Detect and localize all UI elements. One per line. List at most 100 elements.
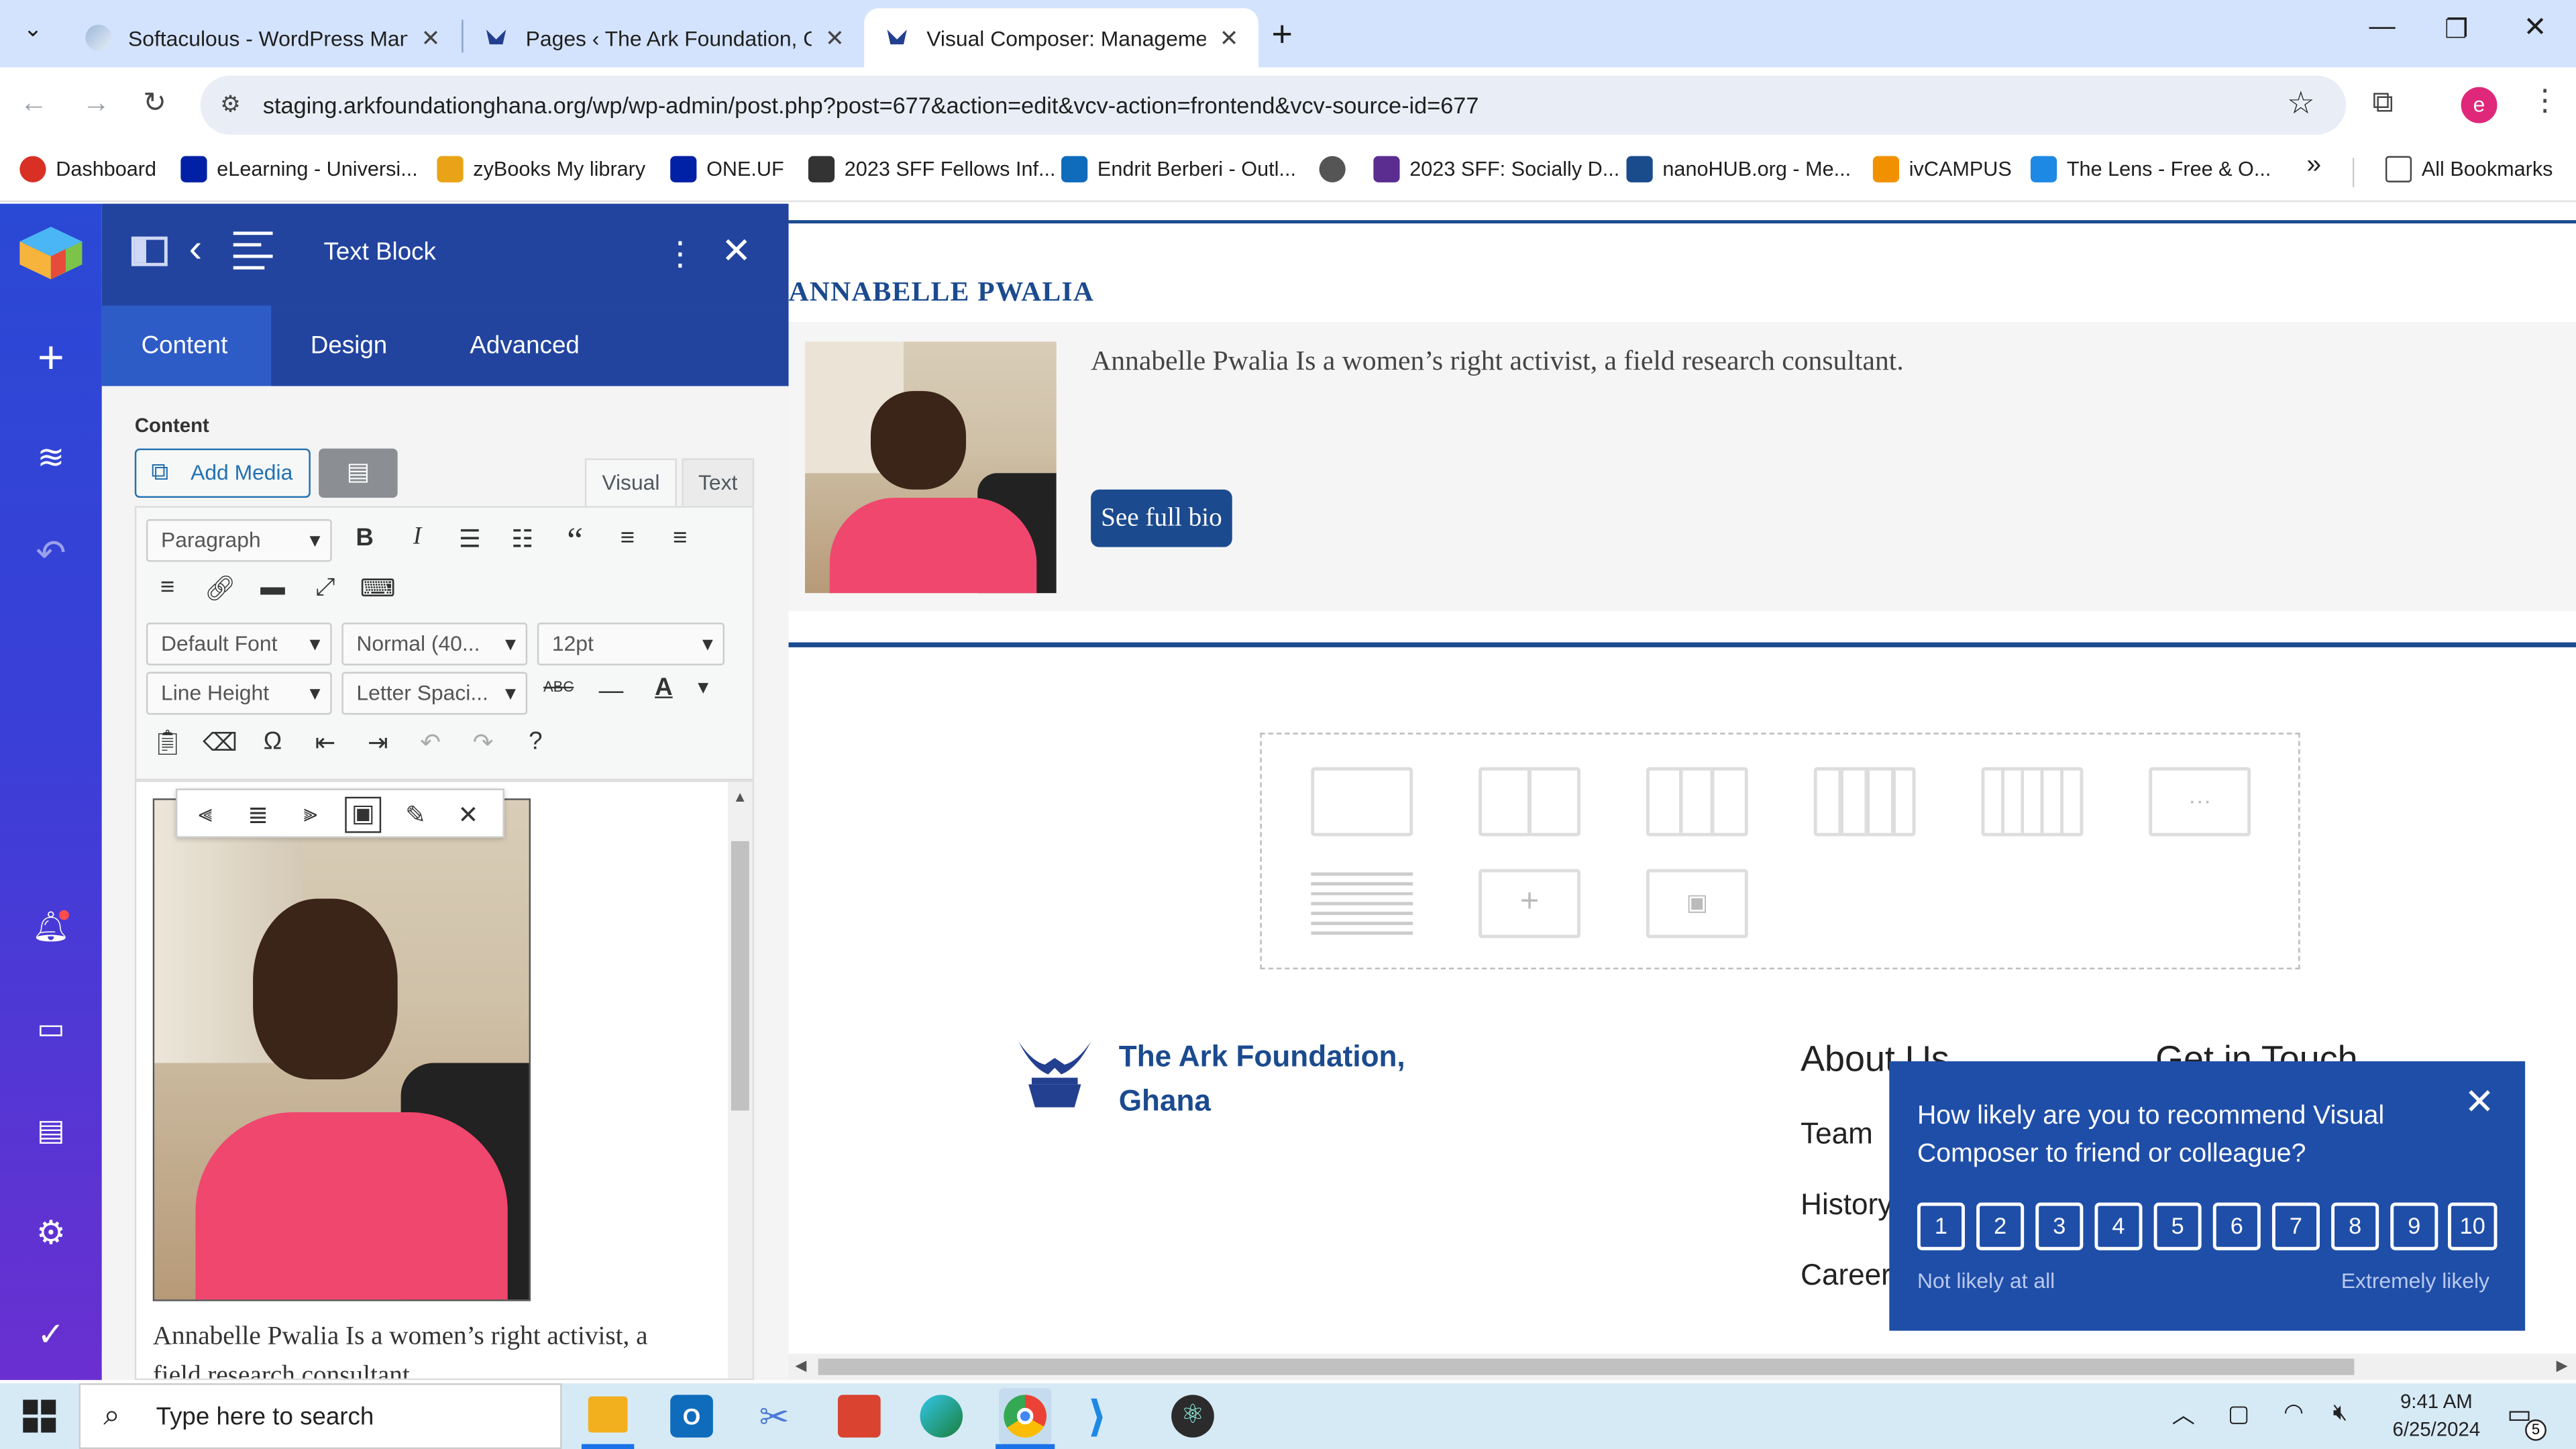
see-full-bio-button[interactable]: See full bio: [1091, 489, 1232, 547]
text-mode-tab[interactable]: Text: [682, 458, 755, 506]
notifications-bell-icon[interactable]: 🔔︎: [0, 910, 102, 945]
indent-icon[interactable]: ⇥: [360, 728, 396, 757]
new-tab-button[interactable]: +: [1272, 13, 1293, 56]
scroll-up-arrow-icon[interactable]: ▲: [733, 789, 747, 805]
image-align-center-icon[interactable]: ≣: [240, 800, 276, 830]
score-button-5[interactable]: 5: [2153, 1202, 2202, 1250]
publish-check-icon[interactable]: ✓: [0, 1314, 102, 1355]
bookmark-ivcampus[interactable]: ivCAMPUS: [1872, 156, 2012, 182]
bookmark-dashboard[interactable]: Dashboard: [19, 156, 156, 182]
tab-search-dropdown-icon[interactable]: ⌄: [13, 15, 53, 54]
more-bookmarks-button[interactable]: »: [2306, 151, 2321, 180]
align-left-icon[interactable]: ≡: [610, 524, 646, 552]
strikethrough-icon[interactable]: ABC: [541, 678, 577, 694]
score-button-8[interactable]: 8: [2331, 1202, 2379, 1250]
address-bar[interactable]: ⚙ staging.arkfoundationghana.org/wp/wp-a…: [200, 75, 2347, 135]
layout-five-columns-icon[interactable]: [1981, 767, 2084, 837]
preview-monitor-icon[interactable]: ▭: [0, 1012, 102, 1046]
clear-formatting-icon[interactable]: ⌫: [202, 728, 238, 757]
browser-menu-icon[interactable]: ⋮: [2530, 84, 2559, 118]
windows-start-icon[interactable]: [23, 1399, 56, 1433]
scrollbar-thumb[interactable]: [731, 841, 749, 1111]
visual-mode-tab[interactable]: Visual: [584, 458, 677, 506]
tab-design[interactable]: Design: [271, 306, 427, 386]
bookmark-elearning[interactable]: eLearning - Universi...: [180, 156, 418, 182]
restore-window-icon[interactable]: ❐: [2445, 13, 2468, 46]
layers-icon[interactable]: ≋: [0, 437, 102, 478]
close-window-icon[interactable]: ✕: [2524, 11, 2547, 44]
toolbar-toggle-icon[interactable]: ⌨: [360, 574, 396, 603]
undo-edit-icon[interactable]: ↶: [413, 728, 449, 757]
profile-avatar[interactable]: e: [2461, 87, 2498, 123]
taskbar-clock[interactable]: 9:41 AM 6/25/2024: [2379, 1388, 2493, 1444]
file-explorer-icon[interactable]: [588, 1396, 628, 1433]
insert-link-icon[interactable]: 🔗︎: [202, 574, 238, 603]
bookmark-outlook[interactable]: Endrit Berberi - Outl...: [1061, 156, 1296, 182]
score-button-4[interactable]: 4: [2094, 1202, 2143, 1250]
app-red-icon[interactable]: [837, 1395, 881, 1438]
fullscreen-icon[interactable]: ⤢: [307, 574, 343, 602]
page-horizontal-scrollbar[interactable]: ◀ ▶: [788, 1353, 2576, 1381]
footer-link-history[interactable]: History: [1801, 1188, 1892, 1222]
image-align-left-icon[interactable]: ⫷: [187, 800, 223, 828]
hub-icon[interactable]: ▤: [0, 1114, 102, 1148]
text-color-icon[interactable]: A: [645, 674, 682, 702]
browser-tab-softaculous[interactable]: Softaculous - WordPress Manag ✕: [66, 8, 460, 67]
score-button-1[interactable]: 1: [1917, 1202, 1966, 1250]
align-center-icon[interactable]: ≡: [662, 524, 698, 552]
score-button-9[interactable]: 9: [2390, 1202, 2438, 1250]
taskbar-search-box[interactable]: ⌕ Type here to search: [78, 1383, 562, 1449]
bookmark-one-uf[interactable]: ONE.UF: [670, 156, 784, 182]
close-tab-icon[interactable]: ✕: [421, 24, 441, 52]
bookmark-nanohub[interactable]: nanoHUB.org - Me...: [1626, 156, 1851, 182]
bookmark-star-icon[interactable]: ☆: [2287, 85, 2315, 123]
font-family-select[interactable]: Default Font: [146, 623, 332, 665]
minimize-window-icon[interactable]: —: [2369, 13, 2395, 43]
layout-one-column-icon[interactable]: [1311, 767, 1413, 837]
site-info-icon[interactable]: ⚙: [220, 91, 241, 119]
clipboard-button[interactable]: ▤: [319, 448, 398, 498]
score-button-2[interactable]: 2: [1976, 1202, 2025, 1250]
paragraph-format-select[interactable]: Paragraph: [146, 519, 332, 562]
outlook-app-icon[interactable]: O: [670, 1395, 713, 1438]
close-survey-icon[interactable]: ✕: [2464, 1081, 2494, 1124]
profile-photo-in-editor[interactable]: [152, 798, 531, 1301]
panel-options-icon[interactable]: ⋮: [663, 233, 696, 274]
settings-gear-icon[interactable]: ⚙: [0, 1212, 102, 1253]
bookmark-sff-socially[interactable]: 2023 SFF: Socially D...: [1373, 156, 1619, 182]
outdent-icon[interactable]: ⇤: [307, 728, 343, 757]
letter-spacing-select[interactable]: Letter Spaci...: [341, 672, 528, 715]
add-media-button[interactable]: ⧉ Add Media: [134, 448, 311, 498]
volume-muted-icon[interactable]: 🔇︎: [2333, 1398, 2348, 1426]
back-arrow-icon[interactable]: ←: [19, 87, 48, 120]
close-tab-icon[interactable]: ✕: [825, 24, 845, 52]
network-wifi-icon[interactable]: ◠: [2284, 1398, 2304, 1426]
browser-tab-visual-composer[interactable]: Visual Composer: Management ✕: [864, 8, 1258, 68]
editor-scrollbar[interactable]: ▲: [727, 782, 753, 1379]
italic-icon[interactable]: I: [399, 524, 435, 552]
edge-browser-icon[interactable]: [920, 1395, 963, 1438]
tab-content[interactable]: Content: [101, 305, 272, 386]
align-right-icon[interactable]: ≡: [150, 574, 186, 602]
blockquote-icon[interactable]: “: [557, 519, 593, 562]
redo-edit-icon[interactable]: ↷: [465, 728, 501, 757]
add-element-plus-icon[interactable]: +: [1479, 869, 1580, 938]
panel-layout-toggle-icon[interactable]: [131, 236, 168, 266]
score-button-6[interactable]: 6: [2212, 1202, 2261, 1250]
horizontal-line-icon[interactable]: —: [593, 677, 629, 705]
bookmark-sff-fellows[interactable]: 2023 SFF Fellows Inf...: [808, 156, 1056, 182]
scroll-right-arrow-icon[interactable]: ▶: [2557, 1357, 2568, 1375]
vscode-icon[interactable]: ⟩: [1087, 1391, 1107, 1442]
text-color-dropdown-icon[interactable]: ▼: [685, 678, 721, 698]
paste-as-text-icon[interactable]: 📋︎: [150, 728, 186, 757]
close-tab-icon[interactable]: ✕: [1220, 24, 1239, 52]
layout-two-columns-icon[interactable]: [1479, 767, 1580, 837]
image-align-right-icon[interactable]: ⫸: [292, 800, 329, 828]
footer-link-team[interactable]: Team: [1801, 1117, 1873, 1151]
all-bookmarks-button[interactable]: All Bookmarks: [2385, 156, 2553, 182]
layout-three-columns-icon[interactable]: [1646, 767, 1748, 837]
snipping-tool-icon[interactable]: ✂: [759, 1397, 789, 1440]
reload-icon[interactable]: ↻: [143, 87, 166, 120]
add-element-icon[interactable]: +: [0, 332, 102, 384]
score-button-7[interactable]: 7: [2271, 1202, 2320, 1250]
